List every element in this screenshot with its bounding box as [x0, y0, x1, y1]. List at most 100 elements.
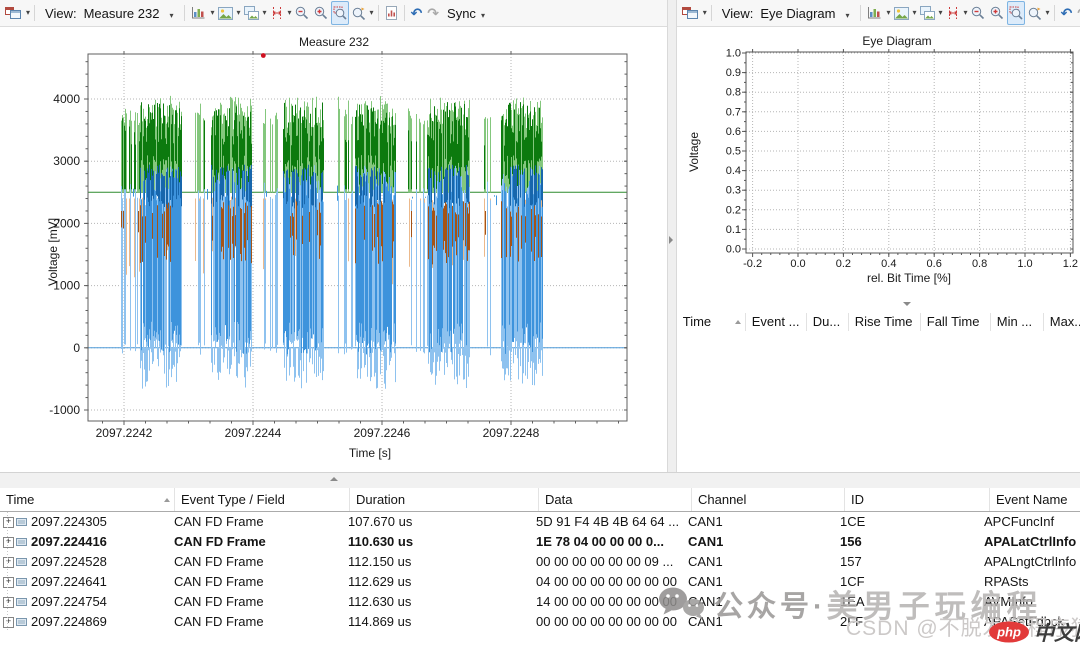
table-column-header-3[interactable]: Data — [539, 488, 692, 511]
table-row[interactable]: +2097.224416CAN FD Frame110.630 us1E 78 … — [0, 532, 1080, 552]
view-label: View: — [722, 6, 754, 21]
expand-icon[interactable]: + — [3, 617, 14, 628]
redo-icon[interactable]: ↷ — [425, 5, 441, 22]
duration-cell: 114.869 us — [342, 612, 530, 632]
chevron-down-icon: ▾ — [845, 12, 849, 20]
chevron-down-icon: ▾ — [288, 9, 292, 17]
undo-icon[interactable]: ↶ — [409, 5, 425, 22]
view-selector-value: Measure 232 — [84, 6, 160, 21]
collapse-arrow-icon[interactable] — [903, 302, 911, 306]
table-column-header-4[interactable]: Channel — [692, 488, 845, 511]
time-cell: +2097.224416 — [0, 532, 168, 552]
horizontal-splitter[interactable] — [0, 472, 1080, 489]
expand-icon[interactable]: + — [3, 517, 14, 528]
measure-toolbar: ▾ View: Measure 232▾ ▾ ▾ ▾ ▾ ▾ ↶ ↷ Sync▾ — [0, 0, 667, 27]
scope-panes: ▾ View: Measure 232▾ ▾ ▾ ▾ ▾ ▾ ↶ ↷ Sync▾… — [0, 0, 1080, 472]
duration-cell: 107.670 us — [342, 512, 530, 532]
table-column-header-2[interactable]: Duration — [350, 488, 539, 511]
copy-image-icon[interactable] — [242, 1, 261, 25]
sort-ascending-icon — [164, 498, 170, 502]
export-image-icon[interactable] — [892, 1, 911, 25]
event-name-cell: AVMInfo — [978, 592, 1080, 612]
waveform-chart[interactable]: -1000010002000300040002097.22422097.2244… — [0, 27, 667, 472]
table-row[interactable]: +2097.224754CAN FD Frame112.630 us14 00 … — [0, 592, 1080, 612]
svg-text:Time [s]: Time [s] — [349, 446, 391, 460]
eye-diagram-chart[interactable]: 0.00.10.20.30.40.50.60.70.80.91.0-0.20.0… — [677, 27, 1080, 311]
time-value: 2097.224754 — [31, 592, 107, 612]
toolbar-separator — [1054, 5, 1055, 21]
expand-icon[interactable]: + — [3, 537, 14, 548]
measurement-cursor-icon[interactable] — [268, 1, 286, 25]
event-type-cell: CAN FD Frame — [168, 572, 342, 592]
table-column-header-6[interactable]: Event Name — [990, 488, 1080, 511]
stats-column-4[interactable]: Fall Time — [921, 313, 991, 331]
vertical-splitter[interactable] — [667, 0, 677, 472]
tree-rail — [7, 512, 8, 632]
chart-type-icon[interactable] — [189, 1, 208, 25]
table-column-header-0[interactable]: Time — [0, 488, 175, 511]
svg-text:0.1: 0.1 — [725, 224, 740, 236]
undo-icon[interactable]: ↶ — [1059, 5, 1075, 22]
stats-column-3[interactable]: Rise Time — [849, 313, 921, 331]
export-image-icon[interactable] — [216, 1, 235, 25]
time-cell: +2097.224305 — [0, 512, 168, 532]
expand-icon[interactable]: + — [3, 577, 14, 588]
zoom-region-icon[interactable] — [1007, 1, 1025, 25]
table-row[interactable]: +2097.224641CAN FD Frame112.629 us04 00 … — [0, 572, 1080, 592]
svg-text:Measure 232: Measure 232 — [299, 35, 369, 49]
pane-layout-icon[interactable] — [680, 1, 701, 25]
svg-text:0.8: 0.8 — [725, 87, 740, 99]
zoom-out-icon[interactable] — [969, 1, 987, 25]
frame-icon — [16, 597, 27, 607]
expand-icon[interactable]: + — [3, 557, 14, 568]
stats-column-label: Fall Time — [927, 313, 980, 331]
data-cell: 5D 91 F4 4B 4B 64 64 ... — [530, 512, 682, 532]
zoom-region-icon[interactable] — [331, 1, 349, 25]
svg-text:0.6: 0.6 — [725, 126, 740, 138]
zoom-in-icon[interactable] — [988, 1, 1006, 25]
copy-image-icon[interactable] — [918, 1, 937, 25]
stats-column-0[interactable]: Time — [677, 313, 746, 331]
chevron-down-icon: ▾ — [1046, 9, 1050, 17]
time-value: 2097.224305 — [31, 512, 107, 532]
table-row[interactable]: +2097.224869CAN FD Frame114.869 us00 00 … — [0, 612, 1080, 632]
svg-text:2097.2244: 2097.2244 — [225, 426, 282, 440]
zoom-fit-icon[interactable] — [350, 1, 368, 25]
eye-stats-header: TimeEvent ...Du...Rise Time Fall Time Min … — [677, 311, 1080, 333]
data-cell: 00 00 00 00 00 00 09 ... — [530, 552, 682, 572]
pane-layout-icon[interactable] — [3, 1, 24, 25]
svg-text:-0.2: -0.2 — [743, 258, 762, 270]
id-cell: 156 — [834, 532, 978, 552]
svg-text:0.5: 0.5 — [725, 146, 740, 158]
chart-type-icon[interactable] — [865, 1, 884, 25]
table-column-header-1[interactable]: Event Type / Field — [175, 488, 350, 511]
table-column-header-5[interactable]: ID — [845, 488, 990, 511]
collapse-arrow-icon[interactable] — [669, 236, 673, 244]
stats-column-2[interactable]: Du... — [807, 313, 849, 331]
id-cell: 2FF — [834, 612, 978, 632]
zoom-in-icon[interactable] — [312, 1, 330, 25]
stats-column-6[interactable]: Max... — [1044, 313, 1080, 331]
redo-icon[interactable]: ↷ — [1075, 5, 1080, 22]
table-row[interactable]: +2097.224305CAN FD Frame107.670 us5D 91 … — [0, 512, 1080, 532]
stats-column-5[interactable]: Min ... — [991, 313, 1044, 331]
view-selector[interactable]: Measure 232▾ — [81, 5, 177, 22]
table-row[interactable]: +2097.224528CAN FD Frame112.150 us00 00 … — [0, 552, 1080, 572]
chevron-down-icon: ▾ — [481, 12, 485, 20]
frame-icon — [16, 537, 27, 547]
measurement-cursor-icon[interactable] — [944, 1, 962, 25]
view-label: View: — [45, 6, 77, 21]
report-icon[interactable] — [383, 1, 400, 25]
svg-text:rel. Bit Time [%]: rel. Bit Time [%] — [867, 271, 951, 285]
event-name-cell: APALatCtrlInfo — [978, 532, 1080, 552]
stats-column-1[interactable]: Event ... — [746, 313, 807, 331]
axis-ticks — [742, 49, 1073, 257]
collapse-arrow-icon[interactable] — [330, 477, 338, 481]
zoom-fit-icon[interactable] — [1026, 1, 1044, 25]
zoom-out-icon[interactable] — [293, 1, 311, 25]
table-column-label: Channel — [698, 492, 746, 507]
sync-button[interactable]: Sync▾ — [447, 6, 485, 21]
expand-icon[interactable]: + — [3, 597, 14, 608]
view-selector[interactable]: Eye Diagram▾ — [757, 5, 852, 22]
event-type-cell: CAN FD Frame — [168, 552, 342, 572]
